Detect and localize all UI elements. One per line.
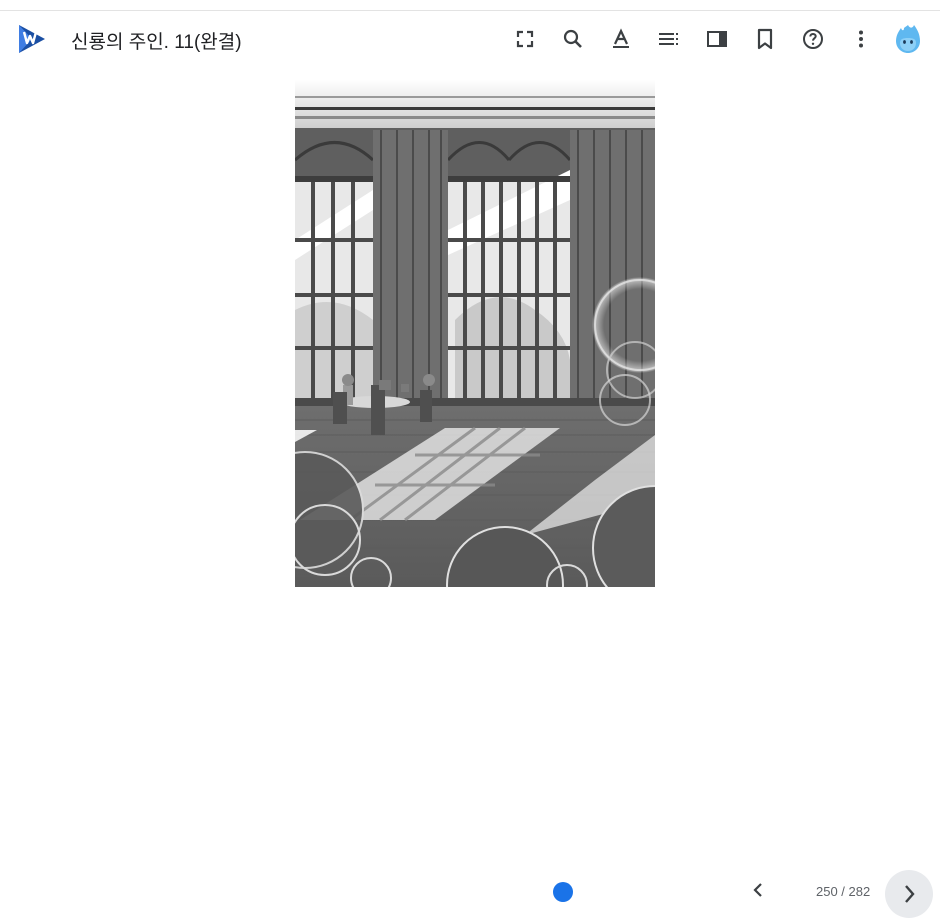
comic-panel-illustration — [295, 80, 655, 587]
fullscreen-icon — [516, 30, 534, 48]
fullscreen-button[interactable] — [507, 21, 543, 57]
account-avatar[interactable] — [892, 23, 924, 55]
text-format-button[interactable] — [603, 21, 639, 57]
table-of-contents-icon — [659, 33, 678, 45]
more-options-button[interactable] — [843, 21, 879, 57]
more-vert-icon — [859, 30, 863, 48]
page-indicator: 250 / 282 — [816, 884, 871, 899]
reader-footer: 250 / 282 — [0, 860, 940, 918]
side-panel-icon — [707, 31, 727, 47]
bookmark-button[interactable] — [747, 21, 783, 57]
chevron-left-icon — [753, 883, 762, 897]
side-panel-button[interactable] — [699, 21, 735, 57]
chevron-right-icon — [905, 885, 915, 903]
avatar-flame-icon — [896, 25, 920, 53]
next-page-button[interactable] — [885, 870, 933, 918]
book-title: 신룡의 주인. 11(완결) — [71, 32, 242, 53]
play-books-logo-icon[interactable] — [16, 23, 48, 55]
help-icon — [803, 29, 823, 49]
search-icon — [563, 29, 582, 48]
text-format-icon — [613, 28, 629, 48]
page-slider-thumb[interactable] — [553, 882, 573, 902]
previous-page-button[interactable] — [746, 878, 770, 902]
help-button[interactable] — [795, 21, 831, 57]
app-header: 신룡의 주인. 11(완결) — [0, 11, 940, 67]
search-button[interactable] — [555, 21, 591, 57]
bookmark-icon — [757, 28, 773, 50]
book-page-image — [295, 80, 655, 587]
table-of-contents-button[interactable] — [651, 21, 687, 57]
